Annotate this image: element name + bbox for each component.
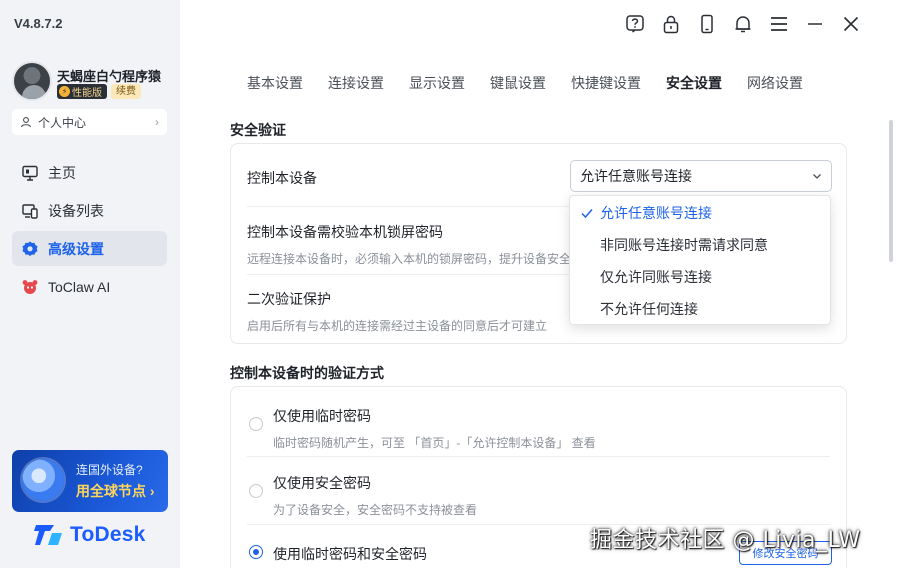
option-desc: 为了设备安全，安全密码不支持被查看: [273, 503, 478, 517]
monitor-icon: [20, 163, 40, 183]
radio-both-passwords[interactable]: [249, 545, 263, 559]
scrollbar[interactable]: [889, 120, 893, 262]
menu-icon[interactable]: [761, 12, 797, 36]
brand-name: ToDesk: [70, 523, 146, 546]
security-section-title: 安全验证: [230, 122, 286, 138]
performance-badge-label: 性能版: [72, 88, 102, 99]
minimize-icon[interactable]: [797, 12, 833, 36]
lock-icon[interactable]: [653, 12, 689, 36]
close-icon[interactable]: [833, 12, 869, 36]
tab-display[interactable]: 显示设置: [409, 73, 465, 93]
personal-center-button[interactable]: 个人中心 ›: [12, 109, 167, 135]
tab-basic[interactable]: 基本设置: [247, 73, 303, 93]
tab-keyboard-mouse[interactable]: 键鼠设置: [490, 73, 546, 93]
verify-method-section-title: 控制本设备时的验证方式: [230, 365, 384, 381]
sidebar-item-advanced-settings[interactable]: 高级设置: [12, 231, 167, 266]
settings-tabs: 基本设置 连接设置 显示设置 键鼠设置 快捷键设置 安全设置 网络设置: [247, 73, 828, 93]
control-device-select-value: 允许任意账号连接: [580, 168, 692, 184]
sidebar: V4.8.7.2 天蝎座白勺程序猿 ⚡ 性能版 续费 个人中心 › 主页 设备列…: [0, 0, 180, 568]
watermark: 掘金技术社区 @ Livia_LW: [590, 528, 861, 553]
option-desc: 临时密码随机产生，可至 「首页」-「允许控制本设备」 查看: [273, 436, 596, 450]
sidebar-item-home[interactable]: 主页: [12, 155, 167, 190]
dropdown-option-label: 不允许任何连接: [600, 301, 698, 317]
brand: ToDesk: [34, 522, 146, 548]
phone-icon[interactable]: [689, 12, 725, 36]
dropdown-option[interactable]: 仅允许同账号连接: [570, 261, 830, 293]
claw-icon: [20, 277, 40, 297]
option-title: 仅使用安全密码: [273, 475, 371, 491]
promo-line1: 连国外设备?: [76, 463, 143, 477]
devices-icon: [20, 201, 40, 221]
tab-network[interactable]: 网络设置: [747, 73, 803, 93]
globe-icon: [22, 459, 64, 501]
dropdown-option[interactable]: 非同账号连接时需请求同意: [570, 229, 830, 261]
window-toolbar: [617, 12, 869, 36]
dropdown-option-label: 仅允许同账号连接: [600, 269, 712, 285]
avatar[interactable]: [12, 61, 52, 101]
user-icon: [20, 117, 32, 128]
username: 天蝎座白勺程序猿: [57, 69, 162, 84]
sidebar-item-label: 主页: [48, 164, 76, 181]
sidebar-item-label: 高级设置: [48, 240, 104, 257]
sidebar-nav: 主页 设备列表 高级设置 ToClaw AI: [12, 155, 167, 307]
app-version: V4.8.7.2: [14, 16, 63, 31]
option-security-password: 仅使用安全密码 为了设备安全，安全密码不支持被查看: [273, 473, 830, 518]
check-icon: [581, 209, 593, 219]
renew-badge[interactable]: 续费: [111, 84, 141, 99]
chevron-down-icon: [813, 174, 821, 179]
divider: [247, 456, 830, 457]
radio-security-password[interactable]: [249, 484, 263, 498]
dropdown-option[interactable]: 不允许任何连接: [570, 293, 830, 325]
bolt-icon: ⚡: [59, 86, 70, 97]
sidebar-item-toclaw-ai[interactable]: ToClaw AI: [12, 269, 167, 304]
dropdown-option-label: 非同账号连接时需请求同意: [600, 237, 768, 253]
personal-center-label: 个人中心: [38, 115, 87, 130]
sidebar-item-label: ToClaw AI: [48, 278, 111, 295]
tab-security[interactable]: 安全设置: [666, 73, 722, 93]
tab-shortcuts[interactable]: 快捷键设置: [571, 73, 641, 93]
sidebar-item-label: 设备列表: [48, 202, 104, 219]
option-temp-password: 仅使用临时密码 临时密码随机产生，可至 「首页」-「允许控制本设备」 查看: [273, 406, 830, 451]
option-title: 仅使用临时密码: [273, 408, 371, 424]
sidebar-item-devices[interactable]: 设备列表: [12, 193, 167, 228]
chevron-right-icon: ›: [155, 115, 159, 129]
promo-line2: 用全球节点 ›: [76, 483, 155, 499]
control-device-select[interactable]: 允许任意账号连接: [570, 160, 832, 192]
tab-connection[interactable]: 连接设置: [328, 73, 384, 93]
help-icon[interactable]: [617, 12, 653, 36]
radio-temp-password[interactable]: [249, 417, 263, 431]
dropdown-option[interactable]: 允许任意账号连接: [570, 197, 830, 229]
performance-badge: ⚡ 性能版: [57, 84, 107, 99]
global-nodes-promo[interactable]: 连国外设备? 用全球节点 ›: [12, 450, 168, 512]
todesk-logo-icon: [34, 525, 62, 545]
dropdown-option-label: 允许任意账号连接: [600, 205, 712, 221]
bell-icon[interactable]: [725, 12, 761, 36]
gear-icon: [20, 239, 40, 259]
control-device-dropdown: 允许任意账号连接 非同账号连接时需请求同意 仅允许同账号连接 不允许任何连接: [569, 195, 831, 325]
